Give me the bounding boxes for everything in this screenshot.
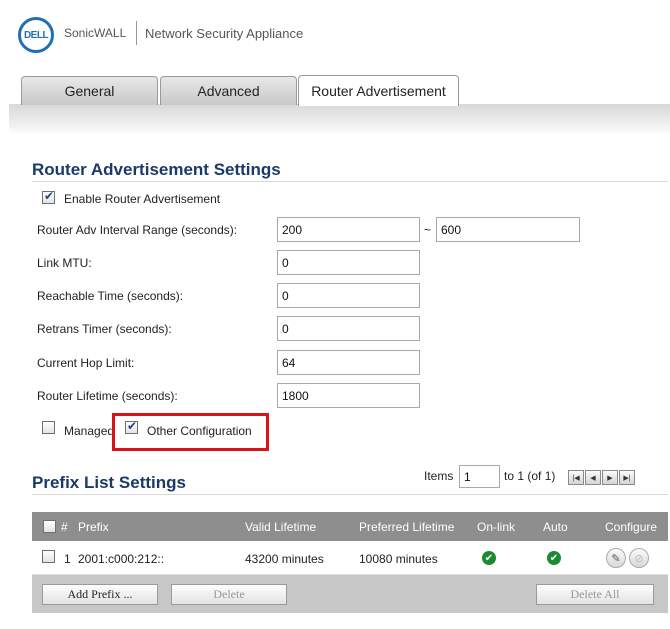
hop-limit-input[interactable]: 64 <box>277 350 420 375</box>
enable-ra-label: Enable Router Advertisement <box>64 192 221 206</box>
add-prefix-button[interactable]: Add Prefix ... <box>42 584 158 605</box>
col-configure: Configure <box>605 520 658 534</box>
table-footer: Add Prefix ... Delete Delete All <box>32 575 668 613</box>
col-onlink: On-link <box>477 520 516 534</box>
interval-min-input[interactable]: 200 <box>277 217 420 242</box>
retrans-timer-label: Retrans Timer (seconds): <box>37 322 172 336</box>
managed-checkbox[interactable] <box>42 421 55 434</box>
logo-text: DELL <box>23 29 49 41</box>
col-prefix: Prefix <box>78 520 109 534</box>
interval-label: Router Adv Interval Range (seconds): <box>37 223 238 237</box>
managed-label: Managed <box>64 424 115 438</box>
edit-pencil-icon[interactable]: ✎ <box>606 548 626 568</box>
reachable-time-input[interactable]: 0 <box>277 283 420 308</box>
brand-divider <box>136 21 137 45</box>
other-configuration-label: Other Configuration <box>147 424 252 438</box>
select-all-checkbox[interactable] <box>43 520 56 533</box>
tab-general[interactable]: General <box>21 76 158 105</box>
col-preferred-lifetime: Preferred Lifetime <box>359 520 455 534</box>
onlink-check-icon: ✔ <box>482 551 496 565</box>
dell-logo: DELL <box>18 17 54 53</box>
interval-separator: ~ <box>424 223 432 237</box>
row-num: 1 <box>64 552 71 566</box>
link-mtu-input[interactable]: 0 <box>277 250 420 275</box>
col-num: # <box>61 520 68 534</box>
row-preferred-lifetime: 10080 minutes <box>359 552 438 566</box>
ra-settings-title: Router Advertisement Settings <box>32 160 281 179</box>
hop-limit-label: Current Hop Limit: <box>37 356 135 370</box>
items-range: to 1 (of 1) <box>504 469 556 483</box>
interval-max-input[interactable]: 600 <box>436 217 580 242</box>
section-divider <box>32 494 668 495</box>
row-checkbox[interactable] <box>42 550 55 563</box>
prefix-table-header: # Prefix Valid Lifetime Preferred Lifeti… <box>32 512 668 541</box>
link-mtu-label: Link MTU: <box>37 256 92 270</box>
reachable-time-label: Reachable Time (seconds): <box>37 289 184 303</box>
table-row: 1 2001:c000:212:: 43200 minutes 10080 mi… <box>32 541 668 575</box>
row-valid-lifetime: 43200 minutes <box>245 552 324 566</box>
prev-page-button[interactable]: ◀ <box>585 470 601 485</box>
retrans-timer-input[interactable]: 0 <box>277 316 420 341</box>
next-page-button[interactable]: ▶ <box>602 470 618 485</box>
enable-ra-checkbox[interactable] <box>42 189 55 204</box>
delete-disabled-icon[interactable]: ⊘ <box>629 548 649 568</box>
other-configuration-checkbox[interactable] <box>125 419 138 434</box>
section-divider <box>32 181 668 182</box>
last-page-button[interactable]: ▶| <box>619 470 635 485</box>
col-valid-lifetime: Valid Lifetime <box>245 520 317 534</box>
tab-advanced[interactable]: Advanced <box>160 76 297 105</box>
auto-check-icon: ✔ <box>547 551 561 565</box>
app-header: DELL SonicWALL Network Security Applianc… <box>0 0 670 66</box>
items-label: Items <box>424 469 454 483</box>
brand-name: SonicWALL <box>64 26 127 40</box>
delete-button[interactable]: Delete <box>171 584 287 605</box>
tab-router-advertisement[interactable]: Router Advertisement <box>298 75 459 106</box>
product-name: Network Security Appliance <box>145 26 304 41</box>
tab-band <box>9 104 670 134</box>
delete-all-button[interactable]: Delete All <box>536 584 654 605</box>
items-input[interactable]: 1 <box>459 465 500 488</box>
first-page-button[interactable]: |◀ <box>568 470 584 485</box>
prefix-settings-title: Prefix List Settings <box>32 473 186 492</box>
row-prefix: 2001:c000:212:: <box>78 552 165 566</box>
col-auto: Auto <box>543 520 568 534</box>
router-lifetime-input[interactable]: 1800 <box>277 383 420 408</box>
router-lifetime-label: Router Lifetime (seconds): <box>37 389 178 403</box>
